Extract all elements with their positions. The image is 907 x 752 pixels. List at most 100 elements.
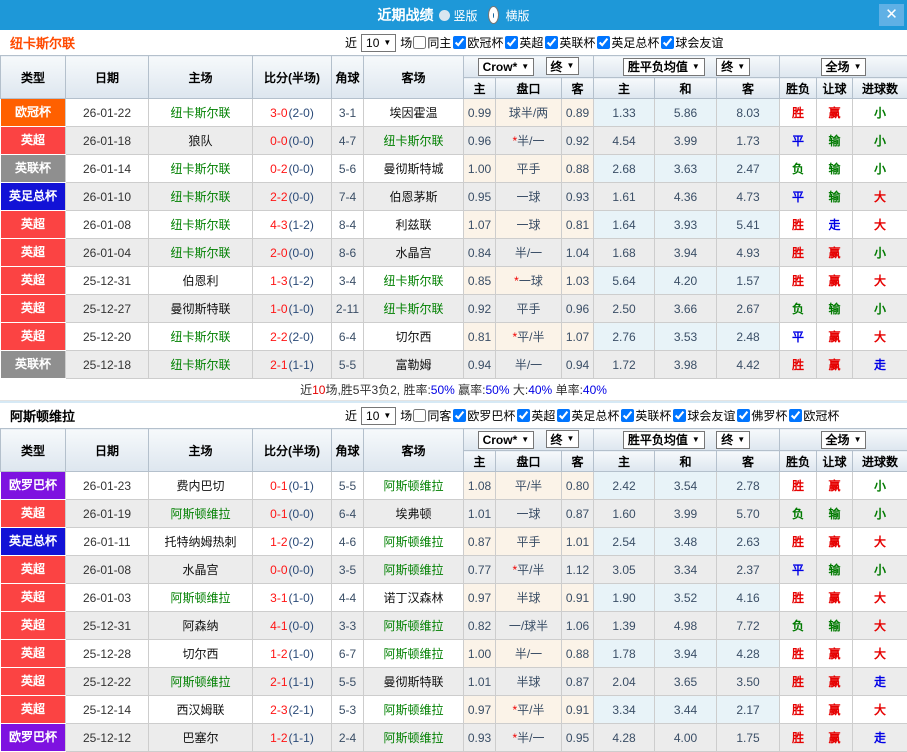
league-checkbox[interactable]: [597, 35, 611, 49]
league-checkbox[interactable]: [505, 35, 519, 49]
league-label[interactable]: 球会友谊: [687, 407, 735, 424]
league-label[interactable]: 欧冠杯: [803, 407, 839, 424]
avg-odds-select[interactable]: 胜平负均值 ▼: [622, 430, 705, 449]
avg-home: 2.54: [593, 527, 656, 556]
odds-stage-select[interactable]: 终 ▼: [545, 57, 580, 76]
layout-vertical-option[interactable]: 竖版: [439, 7, 478, 24]
avg-away: 8.03: [716, 98, 781, 127]
league-label[interactable]: 欧冠杯: [467, 34, 503, 51]
league-filter[interactable]: 欧冠杯: [452, 34, 503, 51]
avg-stage-select[interactable]: 终 ▼: [716, 430, 751, 449]
league-checkbox[interactable]: [545, 35, 559, 49]
scope-select[interactable]: 全场 ▼: [820, 430, 867, 449]
home-team: 纽卡斯尔联: [148, 98, 253, 127]
result-goals: 大: [852, 639, 907, 668]
league-filter[interactable]: 英联杯: [544, 34, 595, 51]
horizontal-layout-label[interactable]: 横版: [506, 7, 530, 24]
league-label[interactable]: 英足总杯: [571, 407, 619, 424]
summary-part: 场,胜5平3负2, 胜率:: [325, 383, 431, 397]
league-filter[interactable]: 英超: [504, 34, 543, 51]
corners: 8-4: [331, 210, 364, 239]
league-filter[interactable]: 球会友谊: [672, 407, 735, 424]
away-team: 水晶宫: [363, 238, 464, 267]
vertical-layout-label[interactable]: 竖版: [453, 7, 477, 24]
league-filter[interactable]: 球会友谊: [660, 34, 723, 51]
avg-stage-select[interactable]: 终 ▼: [716, 57, 751, 76]
recent-count-select[interactable]: 10 ▼: [361, 406, 397, 425]
summary-part: 近: [300, 383, 313, 397]
type-badge: 英超: [0, 583, 66, 612]
league-checkbox[interactable]: [453, 408, 467, 422]
away-team: 阿斯顿维拉: [363, 639, 464, 668]
competition-badge: 英足总杯: [1, 183, 65, 210]
league-label[interactable]: 英联杯: [559, 34, 595, 51]
league-checkbox[interactable]: [673, 408, 687, 422]
avg-home: 4.28: [593, 723, 656, 752]
league-checkbox[interactable]: [517, 408, 531, 422]
odds-home: 1.08: [463, 471, 496, 500]
league-label[interactable]: 欧罗巴杯: [467, 407, 515, 424]
league-label[interactable]: 英超: [519, 34, 543, 51]
type-badge: 英超: [0, 667, 66, 696]
scope-select[interactable]: 全场 ▼: [820, 57, 867, 76]
league-checkbox[interactable]: [453, 35, 467, 49]
league-label[interactable]: 英联杯: [635, 407, 671, 424]
home-team: 纽卡斯尔联: [148, 154, 253, 183]
away-team: 诺丁汉森林: [363, 583, 464, 612]
chevron-down-icon: ▼: [521, 434, 530, 444]
bookmaker-select[interactable]: Crow* ▼: [477, 57, 535, 76]
league-label[interactable]: 球会友谊: [675, 34, 723, 51]
same-venue-filter[interactable]: 同主: [412, 34, 451, 51]
league-label[interactable]: 英超: [531, 407, 555, 424]
same-venue-label[interactable]: 同客: [427, 407, 451, 424]
league-filter[interactable]: 英联杯: [620, 407, 671, 424]
recent-count-select[interactable]: 10 ▼: [361, 33, 397, 52]
same-venue-filter[interactable]: 同客: [412, 407, 451, 424]
same-venue-checkbox[interactable]: [413, 36, 427, 49]
avg-away: 5.41: [716, 210, 781, 239]
avg-odds-select[interactable]: 胜平负均值 ▼: [622, 57, 705, 76]
col-type: 类型: [0, 428, 66, 472]
league-checkbox[interactable]: [621, 408, 635, 422]
result-handicap: 赢: [816, 527, 854, 556]
home-team: 狼队: [148, 126, 253, 155]
bookmaker-select[interactable]: Crow* ▼: [477, 430, 535, 449]
league-label[interactable]: 佛罗杯: [751, 407, 787, 424]
league-filter[interactable]: 英足总杯: [556, 407, 619, 424]
league-filter[interactable]: 佛罗杯: [736, 407, 787, 424]
league-checkbox[interactable]: [557, 408, 571, 422]
chevron-down-icon: ▼: [566, 434, 575, 444]
league-filter[interactable]: 欧罗巴杯: [452, 407, 515, 424]
odds-stage-select[interactable]: 终 ▼: [545, 430, 580, 449]
team-filter-bar: 阿斯顿维拉 近 10 ▼ 场 同客 欧罗巴杯 英超 英足总杯 英联杯 球会友谊 佛罗杯 欧冠…: [0, 403, 907, 428]
handicap: *平/半: [495, 555, 562, 584]
score: 1-0(1-0): [252, 294, 332, 323]
league-filter[interactable]: 欧冠杯: [788, 407, 839, 424]
avg-home: 4.54: [593, 126, 656, 155]
match-date: 25-12-12: [65, 723, 149, 752]
sub-col-handicap-result: 让球: [816, 77, 854, 99]
home-team: 曼彻斯特联: [148, 294, 253, 323]
league-checkbox[interactable]: [661, 35, 675, 49]
league-checkbox[interactable]: [737, 408, 751, 422]
score: 0-1(0-1): [252, 471, 332, 500]
radio-unselected-icon[interactable]: [439, 9, 451, 21]
layout-horizontal-option[interactable]: 横版: [484, 6, 530, 24]
same-venue-label[interactable]: 同主: [427, 34, 451, 51]
match-row: 英超 25-12-20 纽卡斯尔联 2-2(2-0) 6-4 切尔西 0.81 *平/半 1.0…: [0, 322, 907, 351]
match-row: 欧罗巴杯 26-01-23 费内巴切 0-1(0-1) 5-5 阿斯顿维拉 1.08 平/半 0…: [0, 471, 907, 500]
league-filter[interactable]: 英超: [516, 407, 555, 424]
match-row: 英联杯 26-01-14 纽卡斯尔联 0-2(0-0) 5-6 曼彻斯特城 1.00 平手 0.…: [0, 154, 907, 183]
league-filter[interactable]: 英足总杯: [596, 34, 659, 51]
type-badge: 英超: [0, 210, 66, 239]
radio-selected-icon[interactable]: [487, 6, 499, 24]
same-venue-checkbox[interactable]: [413, 409, 427, 422]
odds-home: 0.84: [463, 238, 496, 267]
sub-col-handicap: 盘口: [495, 77, 562, 99]
scope-group-header: 全场 ▼: [779, 428, 907, 451]
league-checkbox[interactable]: [789, 408, 803, 422]
result-goals: 小: [852, 499, 907, 528]
close-button[interactable]: ✕: [879, 4, 904, 26]
match-row: 英超 26-01-04 纽卡斯尔联 2-0(0-0) 8-6 水晶宫 0.84 半/一 1.04…: [0, 238, 907, 267]
league-label[interactable]: 英足总杯: [611, 34, 659, 51]
